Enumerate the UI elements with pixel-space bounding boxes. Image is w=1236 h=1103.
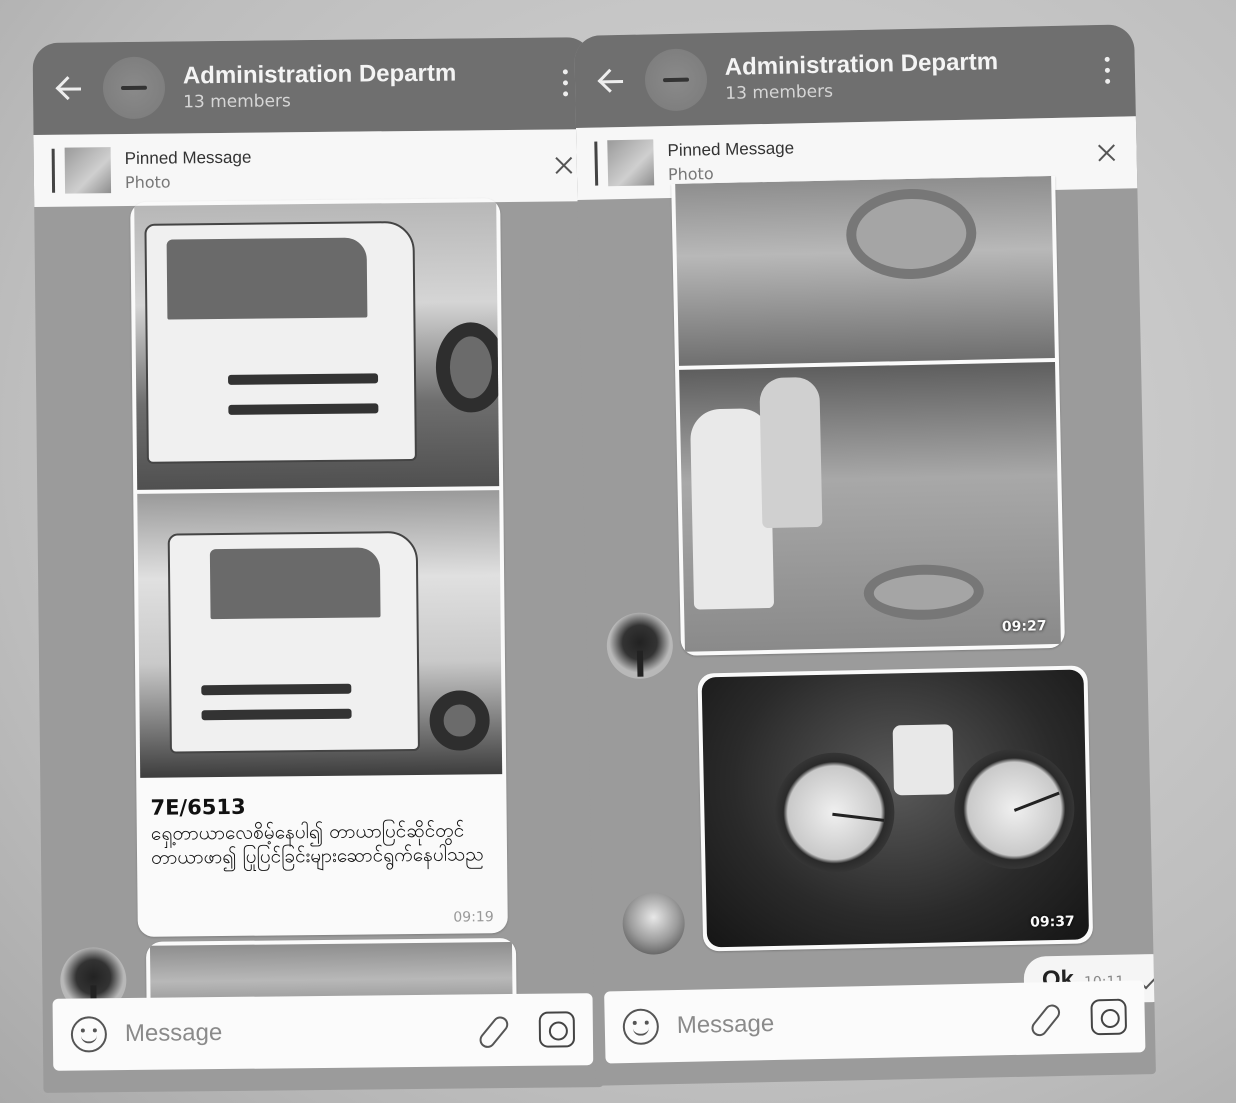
message-composer [604,980,1146,1064]
more-vertical-icon[interactable] [555,65,575,101]
photo-time: 09:37 [1029,913,1075,931]
chat-screen-right: Administration Departm 13 members Pinned… [574,24,1156,1086]
photo-time: 09:27 [1001,618,1047,636]
smile-icon[interactable] [622,1008,660,1046]
member-count: 13 members [183,91,291,113]
more-vertical-icon[interactable] [1097,53,1118,89]
message-input[interactable] [676,1004,1028,1041]
sender-avatar-photo[interactable] [622,891,686,956]
chat-screen-left: Administration Departm 13 members Pinned… [32,37,604,1093]
chat-title: Administration Departm [182,59,457,90]
group-avatar[interactable] [102,56,166,120]
pin-accent-bar [51,148,56,193]
chat-header: Administration Departm 13 members [574,24,1136,128]
truck-photo-2[interactable] [137,490,503,778]
message-time: 09:19 [453,909,494,926]
pinned-thumbnail [607,139,655,187]
pinned-subtitle: Photo [124,172,171,192]
truck-photo-1[interactable] [134,202,500,490]
message-composer [52,993,594,1071]
pinned-message-bar[interactable]: Pinned Message Photo [33,129,595,207]
camera-icon[interactable] [1090,998,1128,1036]
dashboard-photo[interactable]: 09:37 [701,669,1090,948]
message-input[interactable] [124,1016,476,1049]
chat-title-block[interactable]: Administration Departm 13 members [182,58,556,113]
chat-header: Administration Departm 13 members [32,37,594,135]
caption-text: ရှေ့တာယာလေစိမ့်နေပါ၍ တာယာပြင်ဆိုင်တွင် တ… [150,819,484,869]
sender-avatar[interactable] [606,612,674,680]
paperclip-icon[interactable] [475,1012,511,1048]
dashboard-photo-message[interactable]: 09:37 [697,665,1094,952]
paperclip-icon[interactable] [1026,1000,1063,1037]
tire-repair-album[interactable]: 09:27 [671,175,1065,656]
tire-photo-1[interactable] [675,176,1055,366]
chat-title-block[interactable]: Administration Departm 13 members [724,46,1097,104]
pinned-thumbnail [64,147,112,194]
pinned-title: Pinned Message [124,147,252,168]
camera-icon[interactable] [538,1011,576,1048]
arrow-left-icon[interactable] [593,61,634,102]
tire-photo-2[interactable]: 09:27 [679,361,1061,652]
caption-plate-number: 7E/6513 [150,794,246,820]
photo-album-message[interactable]: 7E/6513 ရှေ့တာယာလေစိမ့်နေပါ၍ တာယာပြင်ဆို… [130,198,508,937]
arrow-left-icon[interactable] [51,68,91,108]
group-avatar[interactable] [644,48,708,112]
pin-accent-bar [594,141,599,186]
close-icon[interactable] [1094,141,1118,165]
smile-icon[interactable] [70,1016,108,1053]
close-icon[interactable] [552,153,576,177]
